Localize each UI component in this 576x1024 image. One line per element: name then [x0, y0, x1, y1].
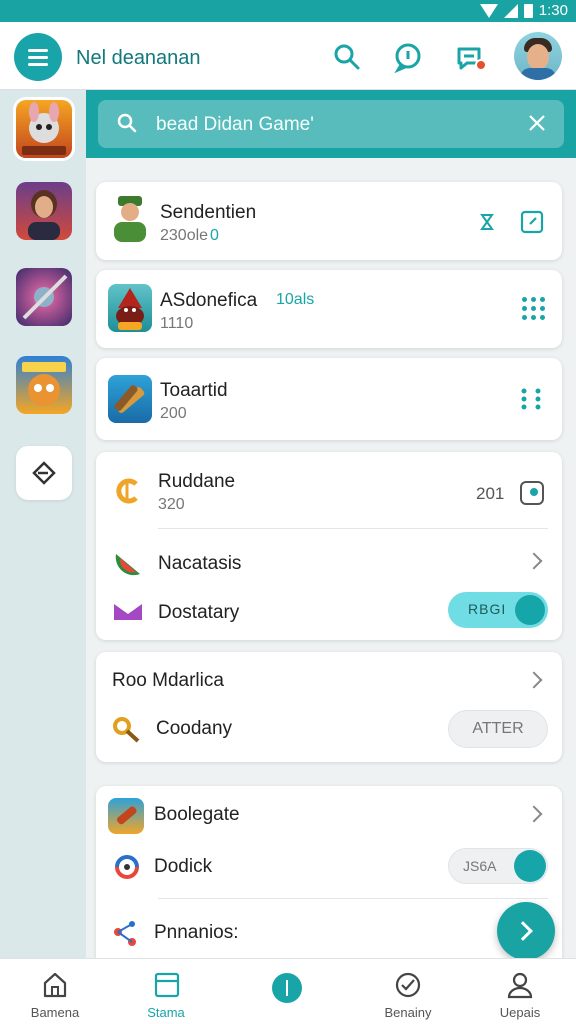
app-header: Nel deananan [0, 22, 576, 90]
character-thumbnail [108, 284, 152, 332]
item-title: Dodick [154, 856, 213, 877]
list-item[interactable]: ASdonefica 10als 1110 [96, 270, 562, 348]
signal-icon [503, 3, 518, 18]
after-button[interactable]: ATTER [448, 710, 548, 748]
clock-check-icon [395, 972, 421, 998]
toggle-knob [514, 850, 546, 882]
nav-home[interactable]: Bamena [5, 959, 105, 1024]
chevron-right-icon [525, 552, 543, 570]
item-title: ASdonefica [160, 290, 258, 311]
chevron-right-icon [525, 671, 543, 689]
nav-label: Stama [147, 1005, 185, 1020]
item-title: Sendentien [160, 202, 257, 223]
notification-badge [475, 59, 487, 71]
status-bar: 1:30 [0, 0, 576, 22]
toggle-switch[interactable]: JS6A [448, 848, 548, 884]
menu-button[interactable] [14, 33, 62, 81]
more-icon[interactable] [520, 387, 542, 411]
chevron-right-icon [525, 805, 543, 823]
bottom-navigation: Bamena Stama Benainy Uepais [0, 958, 576, 1024]
chat-icon[interactable] [392, 41, 424, 73]
rotate-icon [32, 461, 56, 485]
toggle-knob [515, 595, 545, 625]
home-icon [43, 972, 67, 998]
item-value: 201 [476, 484, 505, 503]
floating-action-button[interactable] [497, 902, 555, 960]
toggle-label: JS6A [463, 858, 497, 874]
toggle-label: RBGI [468, 601, 507, 617]
list-item[interactable]: Sendentien 230ole 0 [96, 182, 562, 260]
nav-label: Benainy [384, 1005, 432, 1020]
game-tile-1[interactable] [16, 100, 72, 158]
watermelon-icon [115, 554, 140, 576]
avatar[interactable] [514, 32, 562, 80]
character-thumbnail [108, 194, 152, 242]
item-title: Roo Mdarlica [112, 670, 224, 691]
nav-activity[interactable]: Benainy [358, 959, 458, 1024]
bookmark-icon [114, 604, 142, 620]
game-tile-2[interactable] [16, 182, 72, 240]
item-subtitle: 1110 [160, 315, 194, 332]
close-icon[interactable] [526, 112, 548, 134]
toggle-switch[interactable]: RBGI [448, 592, 548, 628]
status-time: 1:30 [538, 2, 568, 19]
item-sub-badge: 0 [210, 227, 219, 244]
app-title: Nel deananan [76, 47, 201, 69]
search-bar-container: bead Didan Game' [86, 90, 576, 158]
grid-icon[interactable] [522, 297, 545, 320]
item-badge: 10als [276, 291, 315, 308]
search-input[interactable]: bead Didan Game' [98, 100, 564, 148]
item-subtitle: 230ole [160, 227, 209, 244]
share-nodes-icon [114, 921, 136, 946]
wifi-icon [479, 3, 498, 18]
item-title: Boolegate [154, 804, 240, 825]
game-thumbnail [108, 798, 144, 834]
item-title: Toaartid [160, 380, 228, 401]
search-icon[interactable] [331, 41, 363, 73]
game-tile-4[interactable] [16, 356, 72, 414]
hourglass-icon[interactable] [480, 213, 494, 231]
user-icon [507, 972, 533, 999]
search-placeholder: bead Didan Game' [156, 114, 314, 135]
settings-card: Boolegate Dodick JS6A Pnnanios: [96, 786, 562, 966]
store-icon [154, 972, 180, 998]
item-title: Pnnanios: [154, 922, 239, 943]
toggle-box-icon[interactable] [519, 480, 545, 506]
nav-center-button[interactable] [272, 973, 302, 1003]
divider [158, 898, 548, 899]
settings-card: Roo Mdarlica Coodany ATTER [96, 652, 562, 762]
coin-icon [116, 478, 138, 504]
item-title: Nacatasis [158, 553, 242, 574]
game-tile-3[interactable] [16, 268, 72, 326]
search-icon [117, 113, 137, 133]
battery-icon [523, 3, 533, 18]
edit-icon[interactable] [520, 210, 544, 234]
nav-store[interactable]: Stama [116, 959, 216, 1024]
list-item[interactable]: Toaartid 200 [96, 358, 562, 440]
item-title: Ruddane [158, 471, 236, 492]
nav-label: Uepais [499, 1005, 541, 1020]
character-thumbnail [108, 375, 152, 423]
nav-profile[interactable]: Uepais [470, 959, 570, 1024]
key-icon [113, 717, 140, 743]
item-subtitle: 320 [158, 496, 185, 513]
settings-card: Ruddane 320 201 Nacatasis Dostatary RBGI [96, 452, 562, 640]
sidebar [0, 90, 86, 958]
item-subtitle: 200 [160, 405, 187, 422]
item-title: Dostatary [158, 602, 240, 623]
chevron-right-icon [513, 921, 533, 941]
item-title: Coodany [156, 718, 233, 739]
nav-label: Bamena [30, 1005, 80, 1020]
sidebar-rotate-button[interactable] [16, 446, 72, 500]
sync-icon [115, 855, 139, 879]
divider [158, 528, 548, 529]
